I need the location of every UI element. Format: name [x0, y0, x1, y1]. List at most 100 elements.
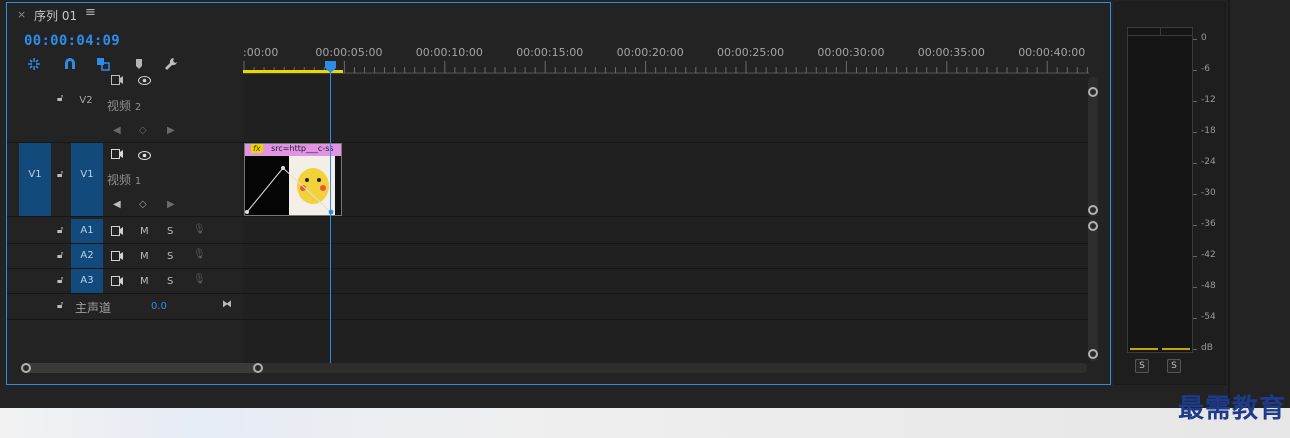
- lock-icon[interactable]: 🔓︎: [57, 93, 63, 104]
- lock-icon[interactable]: 🔓︎: [57, 225, 63, 236]
- sync-lock-icon[interactable]: [111, 276, 123, 286]
- insert-sequence-icon[interactable]: [27, 57, 41, 71]
- lock-icon[interactable]: 🔓︎: [57, 250, 63, 261]
- solo-button[interactable]: S: [167, 251, 173, 262]
- add-keyframe-icon[interactable]: ◇: [139, 199, 147, 210]
- keyframe-point: [281, 166, 285, 170]
- track-target-v1[interactable]: V1: [71, 143, 103, 216]
- meter-scale-label: 0: [1201, 33, 1207, 43]
- meter-scale-label: dB: [1201, 343, 1213, 353]
- track-row-master: 🔓︎ 主声道 0.0 ⧓: [7, 294, 1089, 320]
- fx-badge: fx: [251, 144, 263, 153]
- ruler-label: 00:00:05:00: [315, 46, 383, 59]
- track-name-v1: 视频 1: [107, 173, 142, 187]
- meter-solo-right[interactable]: S: [1167, 359, 1181, 373]
- track-id-v2[interactable]: V2: [77, 95, 95, 106]
- scroll-knob-bottom[interactable]: [1088, 205, 1098, 215]
- track-row-a3: 🔓︎ A3 M S 🎙︎: [7, 269, 1089, 294]
- track-name-v2: 视频 2: [107, 99, 142, 113]
- solo-button[interactable]: S: [167, 226, 173, 237]
- add-marker-icon[interactable]: [134, 57, 144, 71]
- ruler-label: 00:00:10:00: [415, 46, 483, 59]
- playhead-line[interactable]: [330, 71, 331, 363]
- track-row-v2: 🔓︎ V2 视频 2 ◀ ◇ ▶: [7, 75, 1089, 143]
- track-row-a2: 🔓︎ A2 M S 🎙︎: [7, 244, 1089, 269]
- zoom-knob-right[interactable]: [253, 363, 263, 373]
- ruler-label: 00:00:20:00: [616, 46, 684, 59]
- meter-scale-label: -6: [1201, 64, 1210, 74]
- eye-visibility-icon[interactable]: [138, 151, 151, 160]
- audio-meter-panel: 0 -6 -12 -18 -24 -30 -36 -42 -48 -54 dB S S: [1114, 2, 1226, 385]
- linked-selection-icon[interactable]: [96, 57, 110, 71]
- add-keyframe-icon[interactable]: ◇: [139, 125, 147, 136]
- meter-scale-label: -24: [1201, 157, 1216, 167]
- track-target-a2[interactable]: A2: [71, 244, 103, 268]
- lock-icon[interactable]: 🔓︎: [57, 275, 63, 286]
- lock-icon[interactable]: 🔓︎: [57, 169, 63, 180]
- meter-level-left: [1130, 348, 1158, 350]
- meter-scale-label: -12: [1201, 95, 1216, 105]
- zoom-knob-left[interactable]: [21, 363, 31, 373]
- ruler-label: 00:00:40:00: [1018, 46, 1086, 59]
- microphone-icon[interactable]: 🎙︎: [193, 274, 206, 285]
- prev-keyframe-icon[interactable]: ◀: [113, 199, 121, 210]
- app-root: × 序列 01 ≡ 00:00:04:09 :00:00 00:00:05:00…: [0, 0, 1290, 438]
- panel-menu-icon[interactable]: ≡: [85, 5, 96, 20]
- ruler-label: 00:00:15:00: [516, 46, 584, 59]
- meter-scale-label: -54: [1201, 312, 1216, 322]
- go-to-edit-point-icon[interactable]: ⧓: [222, 299, 232, 310]
- timeline-hscroll[interactable]: [21, 363, 1087, 373]
- microphone-icon[interactable]: 🎙︎: [193, 224, 206, 235]
- keyframe-point: [245, 210, 249, 214]
- playhead-timecode[interactable]: 00:00:04:09: [24, 33, 120, 49]
- sequence-title[interactable]: 序列 01: [34, 7, 77, 24]
- watermark-logo: 最需教育: [1177, 394, 1286, 424]
- master-volume-value[interactable]: 0.0: [151, 301, 167, 312]
- source-patch-v1[interactable]: V1: [19, 143, 51, 216]
- meter-solo-left[interactable]: S: [1135, 359, 1149, 373]
- lock-icon[interactable]: 🔓︎: [57, 300, 63, 311]
- eye-visibility-icon[interactable]: [138, 76, 151, 85]
- timeline-tab: × 序列 01 ≡: [7, 3, 1110, 29]
- mute-button[interactable]: M: [140, 276, 149, 287]
- video-clip[interactable]: fx src=http___c-ss: [244, 143, 342, 216]
- meter-scale-label: -30: [1201, 188, 1216, 198]
- mute-button[interactable]: M: [140, 226, 149, 237]
- sync-lock-icon[interactable]: [111, 149, 123, 159]
- track-target-a1[interactable]: A1: [71, 219, 103, 243]
- track-row-v1: V1 🔓︎ V1 视频 1 ◀ ◇ ▶: [7, 143, 1089, 217]
- scroll-knob-top[interactable]: [1088, 87, 1098, 97]
- snap-magnet-icon[interactable]: [63, 57, 77, 71]
- ruler-label: 00:00:25:00: [717, 46, 785, 59]
- audio-vscroll[interactable]: [1088, 219, 1098, 361]
- track-target-a3[interactable]: A3: [71, 269, 103, 293]
- meter-box: [1127, 27, 1193, 353]
- close-tab-icon[interactable]: ×: [17, 8, 26, 21]
- master-track-label: 主声道: [75, 301, 112, 315]
- prev-keyframe-icon[interactable]: ◀: [113, 125, 121, 136]
- meter-level-right: [1162, 348, 1190, 350]
- meter-scale-label: -42: [1201, 250, 1216, 260]
- next-keyframe-icon[interactable]: ▶: [167, 199, 175, 210]
- meter-scale-label: -48: [1201, 281, 1216, 291]
- meter-scale-label: -18: [1201, 126, 1216, 136]
- timeline-panel: × 序列 01 ≡ 00:00:04:09 :00:00 00:00:05:00…: [6, 2, 1111, 385]
- footer-band: [0, 408, 1290, 438]
- sync-lock-icon[interactable]: [111, 75, 123, 85]
- meter-scale-label: -36: [1201, 219, 1216, 229]
- track-row-a1: 🔓︎ A1 M S 🎙︎: [7, 219, 1089, 244]
- ruler-label: 00:00:30:00: [817, 46, 885, 59]
- microphone-icon[interactable]: 🎙︎: [193, 249, 206, 260]
- time-ruler[interactable]: :00:00 00:00:05:00 00:00:10:00 00:00:15:00 0…: [243, 43, 1089, 75]
- settings-wrench-icon[interactable]: [164, 57, 178, 71]
- clip-thumbnail: [245, 156, 341, 215]
- sync-lock-icon[interactable]: [111, 226, 123, 236]
- scroll-knob-top[interactable]: [1088, 221, 1098, 231]
- mute-button[interactable]: M: [140, 251, 149, 262]
- sync-lock-icon[interactable]: [111, 251, 123, 261]
- hscroll-thumb[interactable]: [21, 363, 261, 373]
- solo-button[interactable]: S: [167, 276, 173, 287]
- scroll-knob-bottom[interactable]: [1088, 349, 1098, 359]
- next-keyframe-icon[interactable]: ▶: [167, 125, 175, 136]
- video-vscroll[interactable]: [1088, 77, 1098, 217]
